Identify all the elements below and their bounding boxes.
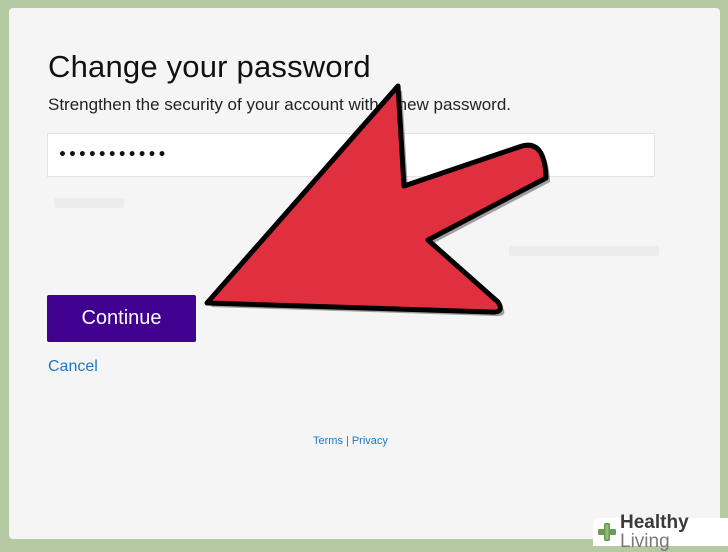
- page-frame: Change your password Strengthen the secu…: [9, 8, 720, 539]
- terms-link[interactable]: Terms: [313, 435, 343, 447]
- watermark-brand-light: Living: [620, 531, 670, 552]
- footer-separator: |: [346, 435, 349, 447]
- faint-strength-hint: [54, 198, 124, 208]
- continue-button[interactable]: Continue: [47, 295, 196, 342]
- new-password-field[interactable]: [47, 133, 655, 177]
- watermark-brand-bold: Healthy: [620, 512, 689, 533]
- healthy-living-cross-icon: [597, 522, 617, 542]
- healthy-living-logo-text: Healthy Living: [620, 513, 728, 551]
- healthy-living-watermark: Healthy Living: [593, 518, 728, 546]
- page-subtitle: Strengthen the security of your account …: [48, 95, 511, 115]
- footer-links: Terms|Privacy: [313, 435, 388, 447]
- faint-show-password-hint: [509, 246, 659, 256]
- privacy-link[interactable]: Privacy: [352, 435, 388, 447]
- cancel-link[interactable]: Cancel: [48, 358, 98, 376]
- page-title: Change your password: [48, 49, 371, 85]
